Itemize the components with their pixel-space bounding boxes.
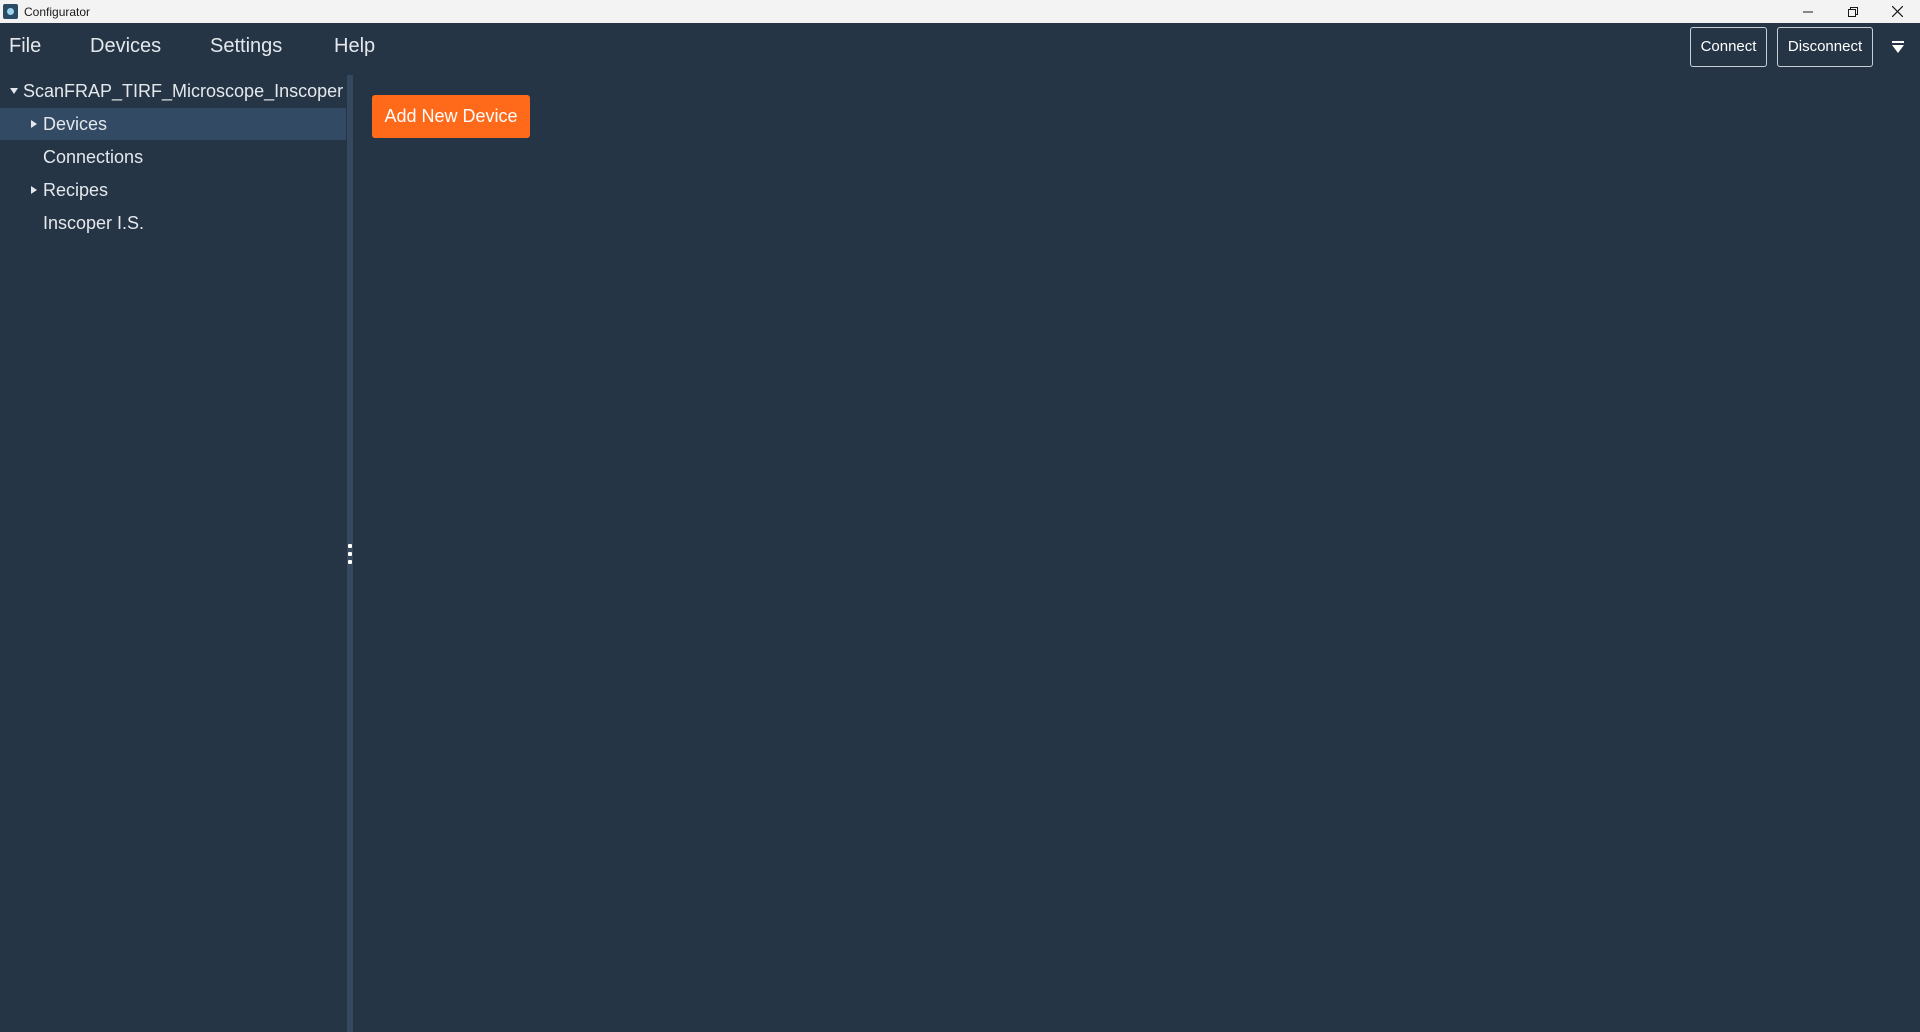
title-bar: Configurator bbox=[0, 0, 1920, 23]
menu-devices[interactable]: Devices bbox=[90, 23, 161, 70]
expanded-arrow-icon[interactable] bbox=[8, 85, 20, 97]
menu-settings[interactable]: Settings bbox=[210, 23, 282, 70]
window-title: Configurator bbox=[24, 4, 91, 19]
tree-item-connections[interactable]: Connections bbox=[0, 141, 346, 173]
restore-icon bbox=[1847, 6, 1858, 17]
close-icon bbox=[1892, 6, 1903, 17]
window-controls bbox=[1785, 0, 1920, 23]
tree-item-inscoper-is[interactable]: Inscoper I.S. bbox=[0, 207, 346, 239]
app-logo-icon bbox=[3, 4, 18, 19]
connection-controls: Connect Disconnect bbox=[1690, 23, 1920, 70]
tree-item-recipes[interactable]: Recipes bbox=[0, 174, 346, 206]
add-new-device-button[interactable]: Add New Device bbox=[372, 95, 530, 138]
connect-button[interactable]: Connect bbox=[1690, 26, 1767, 67]
tree-item-label: Devices bbox=[43, 113, 108, 134]
restore-button[interactable] bbox=[1830, 0, 1875, 23]
collapsed-arrow-icon[interactable] bbox=[28, 118, 40, 130]
tree-item-label: Recipes bbox=[43, 179, 109, 200]
configurator-window: Configurator File Devices Settings Help … bbox=[0, 0, 1920, 1032]
menu-bar: File Devices Settings Help Connect Disco… bbox=[0, 23, 1920, 70]
minimize-button[interactable] bbox=[1785, 0, 1830, 23]
menu-file[interactable]: File bbox=[9, 23, 41, 70]
project-tree: ScanFRAP_TIRF_Microscope_Inscoper Device… bbox=[0, 75, 346, 1032]
toolbar-dropdown-button[interactable] bbox=[1889, 38, 1907, 56]
tree-item-devices[interactable]: Devices bbox=[0, 108, 346, 140]
tree-item-label: Inscoper I.S. bbox=[43, 212, 145, 233]
collapsed-arrow-icon[interactable] bbox=[28, 184, 40, 196]
disconnect-button[interactable]: Disconnect bbox=[1777, 26, 1873, 67]
splitter-grip-icon[interactable] bbox=[347, 544, 353, 564]
tree-root-item[interactable]: ScanFRAP_TIRF_Microscope_Inscoper bbox=[0, 75, 346, 107]
tree-item-label: Connections bbox=[43, 146, 144, 167]
menu-help[interactable]: Help bbox=[334, 23, 375, 70]
tree-root-label: ScanFRAP_TIRF_Microscope_Inscoper bbox=[23, 80, 344, 101]
minimize-icon bbox=[1802, 11, 1813, 12]
close-button[interactable] bbox=[1875, 0, 1920, 23]
triangle-down-icon bbox=[1892, 40, 1904, 53]
